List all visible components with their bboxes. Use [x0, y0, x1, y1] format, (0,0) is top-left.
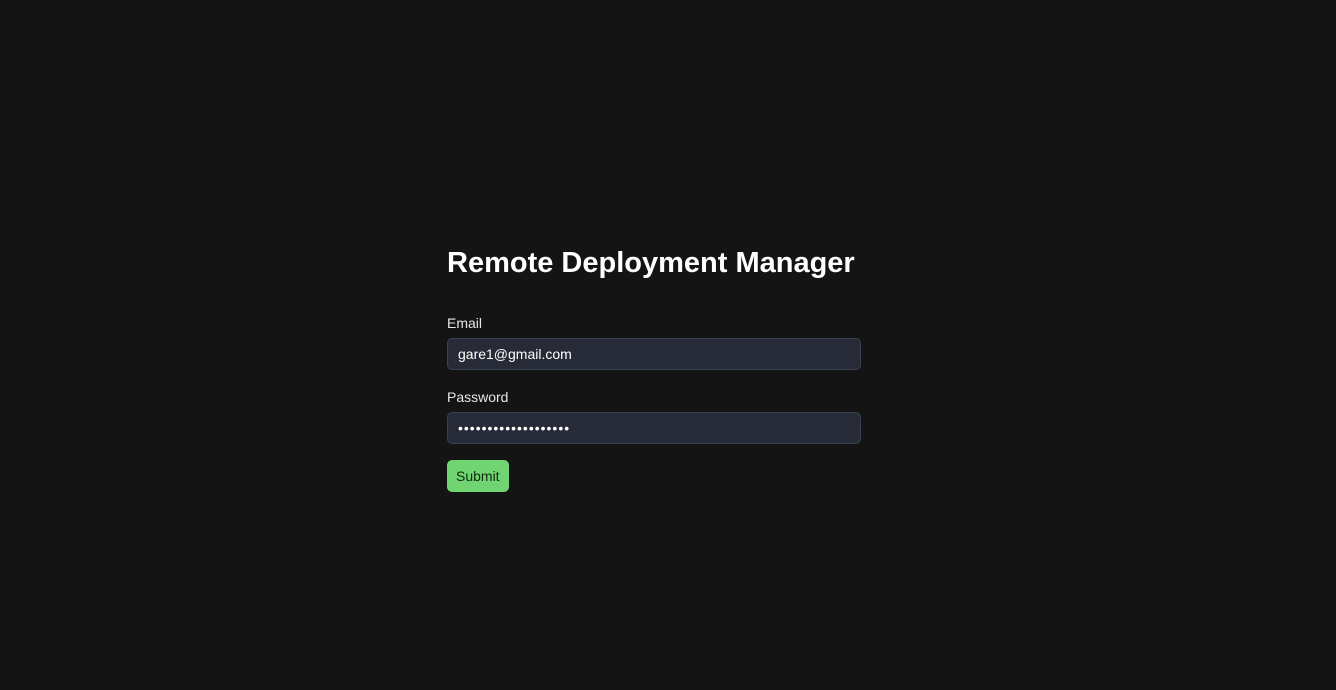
- email-field-group: Email: [447, 314, 861, 370]
- page-title: Remote Deployment Manager: [447, 247, 855, 279]
- password-label: Password: [447, 389, 509, 405]
- email-input[interactable]: [447, 338, 861, 370]
- login-form: Remote Deployment Manager Email Password…: [447, 244, 861, 492]
- submit-button[interactable]: Submit: [447, 460, 509, 492]
- password-input[interactable]: [447, 412, 861, 444]
- email-label: Email: [447, 315, 483, 331]
- password-field-group: Password: [447, 388, 861, 444]
- login-page: Remote Deployment Manager Email Password…: [0, 0, 1336, 690]
